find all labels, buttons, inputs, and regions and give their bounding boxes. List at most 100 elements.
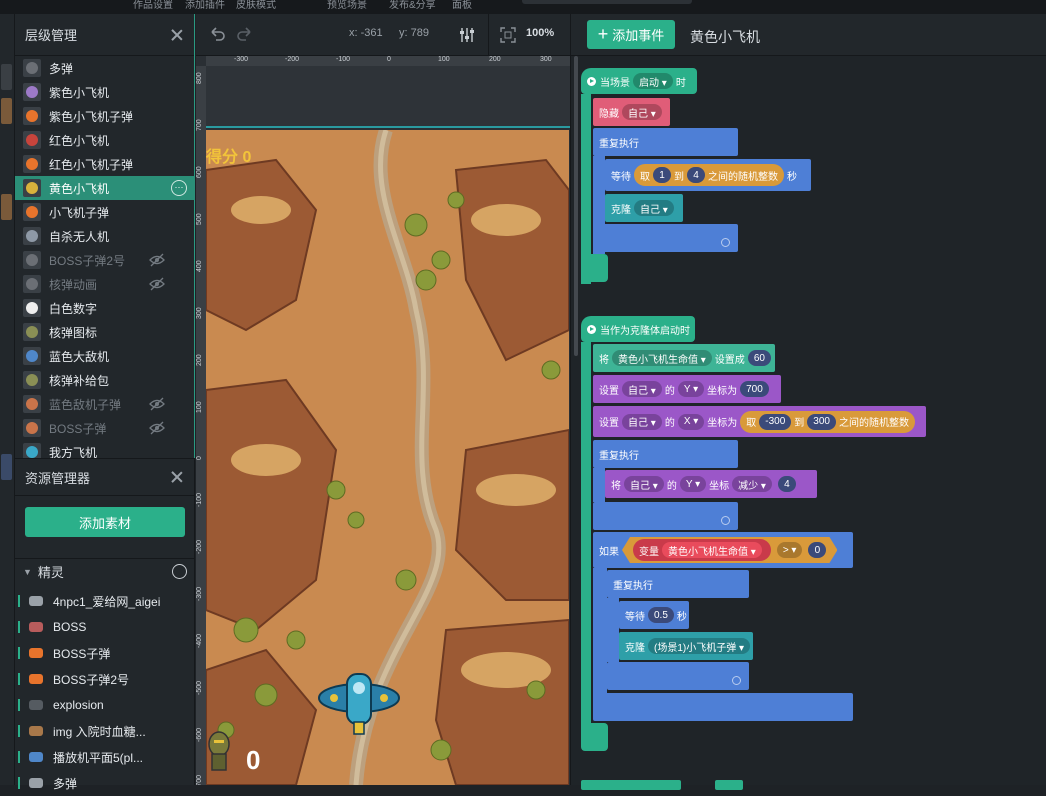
eye-off-icon[interactable]: [149, 421, 165, 435]
eye-off-icon[interactable]: [149, 397, 165, 411]
asset-item[interactable]: 播放机平面5(pl...: [15, 744, 195, 770]
scene-thumb[interactable]: [1, 194, 12, 220]
repeat-forever-block[interactable]: 重复执行: [593, 128, 738, 156]
asset-item[interactable]: BOSS: [15, 614, 195, 640]
if-block[interactable]: 如果 变量 黄色小飞机生命值 ▾ > ▾ 0: [593, 532, 853, 568]
random-from-input[interactable]: -300: [759, 413, 792, 430]
add-asset-button[interactable]: 添加素材: [25, 507, 185, 537]
player-plane-sprite[interactable]: [314, 670, 404, 740]
repeat-forever-block[interactable]: 重复执行: [593, 440, 738, 468]
compare-op-dropdown[interactable]: > ▾: [777, 542, 803, 558]
change-y-block[interactable]: 将 自己 ▾ 的 Y ▾ 坐标 减少 ▾ 4: [605, 470, 817, 498]
layer-item[interactable]: 白色数字: [15, 296, 195, 320]
change-y-op-dropdown[interactable]: 减少 ▾: [732, 476, 772, 492]
random-from-input[interactable]: 1: [653, 167, 671, 183]
clone-target-dropdown[interactable]: (场景1)小飞机子弹 ▾: [648, 638, 751, 654]
hat-clone-start-block[interactable]: 当作为克隆体启动时: [581, 316, 695, 342]
menu-skin-mode[interactable]: 皮肤模式: [236, 0, 276, 11]
layer-item[interactable]: 自杀无人机: [15, 224, 195, 248]
sliders-icon[interactable]: [458, 26, 476, 44]
next-script-block[interactable]: [715, 780, 743, 790]
inner-repeat-block[interactable]: 重复执行: [607, 570, 749, 598]
layer-item[interactable]: 蓝色敌机子弹: [15, 392, 195, 416]
eye-off-icon[interactable]: [149, 253, 165, 267]
next-script-hat[interactable]: [581, 780, 681, 790]
scene-thumb[interactable]: [1, 454, 12, 480]
zoom-level[interactable]: 100%: [526, 27, 554, 39]
menu-add-plugin[interactable]: 添加插件: [185, 0, 225, 11]
asset-item[interactable]: BOSS子弹: [15, 640, 195, 666]
set-x-block[interactable]: 设置 自己 ▾ 的 X ▾ 坐标为 取 -300 到 300 之间的随机整数: [593, 406, 926, 437]
random-to-input[interactable]: 4: [687, 167, 705, 183]
layer-item[interactable]: 小飞机子弹: [15, 200, 195, 224]
sprite-section-header[interactable]: ▼ 精灵: [15, 558, 195, 584]
wait-block[interactable]: 等待 0.5 秒: [619, 601, 689, 629]
layer-item[interactable]: 核弹补给包: [15, 368, 195, 392]
code-scrollbar[interactable]: [574, 56, 578, 356]
palette-icon[interactable]: [172, 564, 187, 579]
eye-off-icon[interactable]: [149, 277, 165, 291]
variable-reporter[interactable]: 变量 黄色小飞机生命值 ▾: [633, 539, 771, 561]
set-y-block[interactable]: 设置 自己 ▾ 的 Y ▾ 坐标为 700: [593, 375, 781, 403]
menu-preview-scene[interactable]: 预览场景: [327, 0, 367, 11]
add-event-button[interactable]: + 添加事件: [587, 20, 675, 49]
layer-item[interactable]: 红色小飞机: [15, 128, 195, 152]
layer-item[interactable]: 黄色小飞机 ···: [15, 176, 195, 200]
undo-icon[interactable]: [208, 26, 226, 42]
random-to-input[interactable]: 300: [807, 413, 836, 430]
set-x-target-dropdown[interactable]: 自己 ▾: [622, 413, 662, 430]
menu-project-settings[interactable]: 作品设置: [133, 0, 173, 11]
change-y-target-dropdown[interactable]: 自己 ▾: [624, 476, 664, 492]
scene-event-dropdown[interactable]: 启动 ▾: [633, 73, 673, 89]
hide-block[interactable]: 隐藏 自己 ▾: [593, 98, 670, 126]
redo-icon[interactable]: [236, 26, 254, 42]
layer-item[interactable]: 红色小飞机子弹: [15, 152, 195, 176]
layer-item[interactable]: 多弹: [15, 56, 195, 80]
comparison-reporter[interactable]: 变量 黄色小飞机生命值 ▾ > ▾ 0: [622, 537, 837, 563]
set-y-target-dropdown[interactable]: 自己 ▾: [622, 381, 662, 397]
compare-value-input[interactable]: 0: [808, 542, 826, 558]
close-icon[interactable]: [170, 28, 184, 42]
change-y-value-input[interactable]: 4: [777, 476, 796, 492]
asset-item[interactable]: explosion: [15, 692, 195, 718]
menu-panels[interactable]: 面板: [452, 0, 472, 11]
layer-item[interactable]: 核弹图标: [15, 320, 195, 344]
layer-item[interactable]: 核弹动画: [15, 272, 195, 296]
random-int-reporter[interactable]: 取 -300 到 300 之间的随机整数: [740, 410, 915, 433]
asset-item[interactable]: BOSS子弹2号: [15, 666, 195, 692]
set-y-axis-dropdown[interactable]: Y ▾: [677, 381, 705, 397]
layer-item[interactable]: BOSS子弹: [15, 416, 195, 440]
layer-item[interactable]: 紫色小飞机子弹: [15, 104, 195, 128]
asset-item[interactable]: img 入院时血糖...: [15, 718, 195, 744]
asset-item[interactable]: 4npc1_爱给网_aigei: [15, 588, 195, 614]
set-y-value-input[interactable]: 700: [740, 381, 769, 397]
hat-scene-start-block[interactable]: 当场景 启动 ▾ 时: [581, 68, 697, 94]
scene-thumb[interactable]: [1, 98, 12, 124]
clone-block[interactable]: 克隆 自己 ▾: [605, 194, 683, 222]
random-int-reporter[interactable]: 取 1 到 4 之间的随机整数: [634, 164, 784, 186]
top-search-field[interactable]: [522, 0, 692, 4]
asset-item[interactable]: 多弹: [15, 770, 195, 796]
fit-screen-icon[interactable]: [500, 27, 516, 43]
more-options-icon[interactable]: ···: [171, 180, 187, 196]
layer-item[interactable]: 紫色小飞机: [15, 80, 195, 104]
if-variable-dropdown[interactable]: 黄色小飞机生命值 ▾: [662, 542, 762, 558]
change-y-axis-dropdown[interactable]: Y ▾: [679, 476, 707, 492]
wait-seconds-input[interactable]: 0.5: [648, 607, 674, 623]
game-canvas[interactable]: 得分 0 0: [206, 130, 569, 785]
clone-target-dropdown[interactable]: 自己 ▾: [634, 200, 674, 216]
set-x-axis-dropdown[interactable]: X ▾: [677, 413, 705, 430]
layer-item[interactable]: 蓝色大敌机: [15, 344, 195, 368]
set-variable-block[interactable]: 将 黄色小飞机生命值 ▾ 设置成 60: [593, 344, 775, 372]
menu-publish-share[interactable]: 发布&分享: [389, 0, 436, 11]
scene-thumb[interactable]: [1, 64, 12, 90]
clone-block[interactable]: 克隆 (场景1)小飞机子弹 ▾: [619, 632, 753, 660]
variable-dropdown[interactable]: 黄色小飞机生命值 ▾: [612, 350, 712, 366]
wait-random-block[interactable]: 等待 取 1 到 4 之间的随机整数 秒: [605, 159, 811, 191]
sprite-thumbnail: [23, 275, 41, 293]
close-icon[interactable]: [170, 470, 184, 484]
layer-item[interactable]: BOSS子弹2号: [15, 248, 195, 272]
set-var-value-input[interactable]: 60: [747, 350, 771, 366]
hide-target-dropdown[interactable]: 自己 ▾: [622, 104, 662, 120]
layer-list: 多弹 紫色小飞机 紫色小飞机子弹 红色小飞机 红色小飞机子弹 黄色小飞机 ··· 小飞机子弹自…: [15, 56, 195, 464]
